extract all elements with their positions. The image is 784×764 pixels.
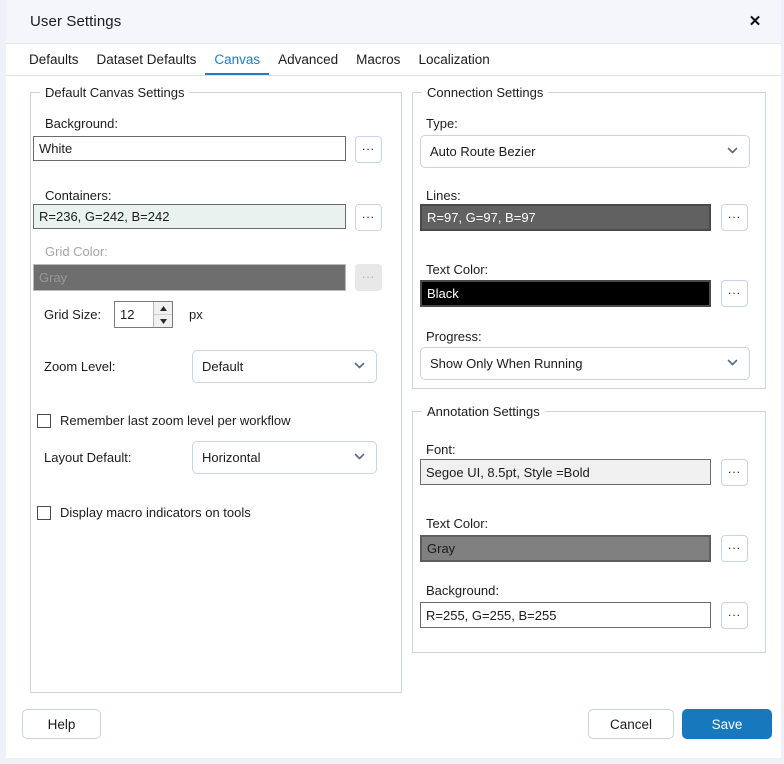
ellipsis-icon: ...	[728, 286, 741, 294]
spin-down-icon[interactable]	[154, 315, 172, 327]
tab-defaults[interactable]: Defaults	[20, 52, 88, 75]
connection-lines-label: Lines:	[426, 188, 461, 203]
layout-default-select[interactable]: Horizontal	[192, 441, 377, 474]
connection-text-color-label: Text Color:	[426, 262, 488, 277]
connection-text-color-browse-button[interactable]: ...	[721, 280, 748, 307]
macro-indicators-label: Display macro indicators on tools	[60, 505, 251, 520]
canvas-background-browse-button[interactable]: ...	[355, 136, 382, 163]
canvas-grid-color-input: Gray	[33, 264, 346, 291]
checkbox-icon[interactable]	[37, 414, 51, 428]
remember-zoom-checkbox[interactable]: Remember last zoom level per workflow	[37, 413, 290, 428]
canvas-grid-color-browse-button: ...	[355, 264, 382, 291]
connection-progress-label: Progress:	[426, 329, 482, 344]
connection-settings-title: Connection Settings	[422, 85, 548, 100]
page-title: User Settings	[30, 13, 121, 30]
chevron-down-icon	[727, 357, 738, 368]
chevron-down-icon	[354, 451, 365, 462]
ellipsis-icon: ...	[362, 142, 375, 150]
canvas-background-label: Background:	[45, 116, 118, 131]
canvas-zoom-level-label: Zoom Level:	[44, 359, 116, 374]
connection-type-select[interactable]: Auto Route Bezier	[420, 135, 750, 168]
annotation-background-browse-button[interactable]: ...	[721, 602, 748, 629]
tab-advanced[interactable]: Advanced	[269, 52, 347, 75]
ellipsis-icon: ...	[728, 465, 741, 473]
tab-localization[interactable]: Localization	[409, 52, 498, 75]
ellipsis-icon: ...	[728, 608, 741, 616]
user-settings-dialog: User Settings ✕ Defaults Dataset Default…	[0, 0, 784, 764]
annotation-text-color-input[interactable]: Gray	[420, 535, 711, 562]
connection-progress-value: Show Only When Running	[430, 356, 582, 371]
canvas-containers-label: Containers:	[45, 188, 111, 203]
connection-type-value: Auto Route Bezier	[430, 144, 536, 159]
layout-default-value: Horizontal	[202, 450, 261, 465]
zoom-level-select[interactable]: Default	[192, 350, 377, 383]
canvas-background-input[interactable]: White	[33, 136, 346, 161]
connection-lines-browse-button[interactable]: ...	[721, 204, 748, 231]
annotation-font-browse-button[interactable]: ...	[721, 459, 748, 486]
chevron-down-icon	[354, 360, 365, 371]
chevron-down-icon	[727, 145, 738, 156]
ellipsis-icon: ...	[362, 270, 375, 278]
default-canvas-settings-group: Default Canvas Settings	[30, 92, 402, 693]
annotation-text-color-label: Text Color:	[426, 516, 488, 531]
tab-dataset-defaults[interactable]: Dataset Defaults	[88, 52, 206, 75]
annotation-background-label: Background:	[426, 583, 499, 598]
tab-canvas[interactable]: Canvas	[205, 52, 269, 75]
zoom-level-value: Default	[202, 359, 243, 374]
ellipsis-icon: ...	[728, 210, 741, 218]
annotation-font-input[interactable]: Segoe UI, 8.5pt, Style =Bold	[420, 459, 711, 485]
connection-progress-select[interactable]: Show Only When Running	[420, 347, 750, 380]
canvas-containers-input[interactable]: R=236, G=242, B=242	[33, 204, 346, 229]
canvas-containers-browse-button[interactable]: ...	[355, 204, 382, 231]
save-button[interactable]: Save	[682, 709, 772, 739]
annotation-text-color-browse-button[interactable]: ...	[721, 535, 748, 562]
help-button[interactable]: Help	[22, 709, 101, 739]
ellipsis-icon: ...	[728, 541, 741, 549]
connection-type-label: Type:	[426, 116, 458, 131]
annotation-background-input[interactable]: R=255, G=255, B=255	[420, 602, 711, 628]
remember-zoom-label: Remember last zoom level per workflow	[60, 413, 290, 428]
tab-macros[interactable]: Macros	[347, 52, 409, 75]
close-icon[interactable]: ✕	[741, 8, 769, 34]
tab-bar: Defaults Dataset Defaults Canvas Advance…	[6, 44, 781, 76]
canvas-layout-default-label: Layout Default:	[44, 450, 131, 465]
grid-size-spin-arrows	[153, 302, 172, 327]
connection-text-color-input[interactable]: Black	[420, 280, 711, 307]
connection-lines-input[interactable]: R=97, G=97, B=97	[420, 204, 711, 231]
cancel-button[interactable]: Cancel	[588, 709, 674, 739]
checkbox-icon[interactable]	[37, 506, 51, 520]
macro-indicators-checkbox[interactable]: Display macro indicators on tools	[37, 505, 251, 520]
ellipsis-icon: ...	[362, 210, 375, 218]
default-canvas-settings-title: Default Canvas Settings	[40, 85, 189, 100]
title-bar: User Settings ✕	[6, 0, 781, 44]
annotation-settings-title: Annotation Settings	[422, 404, 545, 419]
spin-up-icon[interactable]	[154, 302, 172, 315]
canvas-grid-color-label: Grid Color:	[45, 244, 108, 259]
grid-size-value[interactable]: 12	[115, 302, 153, 327]
canvas-grid-size-unit: px	[189, 307, 203, 322]
grid-size-stepper[interactable]: 12	[114, 301, 173, 328]
canvas-grid-size-label: Grid Size:	[44, 307, 101, 322]
annotation-font-label: Font:	[426, 442, 456, 457]
dialog-footer: Help Cancel Save	[6, 694, 781, 758]
